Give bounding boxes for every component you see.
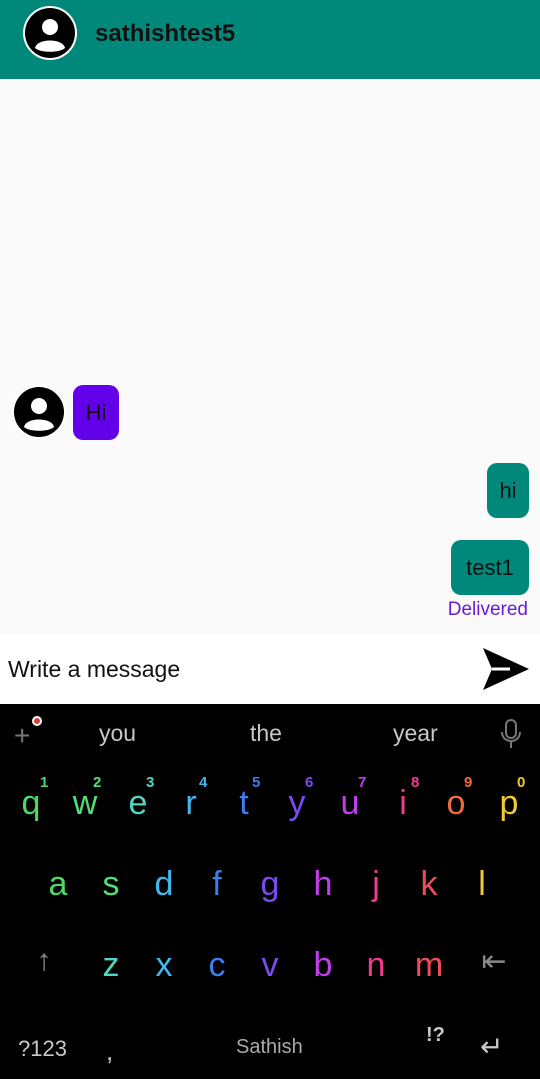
key-hint: 5: [252, 774, 261, 791]
key-m[interactable]: m: [407, 946, 451, 985]
key-hint: 8: [411, 774, 420, 791]
page-title: sathishtest5: [95, 20, 236, 47]
shift-icon[interactable]: ↑: [22, 944, 66, 978]
backspace-icon[interactable]: ⇤: [472, 944, 516, 979]
key-f[interactable]: f: [195, 865, 239, 904]
user-avatar-icon[interactable]: [23, 6, 77, 60]
key-d[interactable]: d: [142, 865, 186, 904]
comma-key[interactable]: ,: [106, 1036, 113, 1067]
key-b[interactable]: b: [301, 946, 345, 985]
key-x[interactable]: x: [142, 946, 186, 985]
key-j[interactable]: j: [354, 865, 398, 904]
key-hint: 0: [517, 774, 526, 791]
punctuation-key[interactable]: !?: [426, 1024, 445, 1047]
key-h[interactable]: h: [301, 865, 345, 904]
composer-bar: [0, 634, 540, 704]
suggestion-year[interactable]: year: [393, 720, 438, 747]
outgoing-message-bubble[interactable]: test1: [451, 540, 529, 595]
key-hint: 7: [358, 774, 367, 791]
key-z[interactable]: z: [89, 946, 133, 985]
enter-icon[interactable]: ↵: [480, 1030, 503, 1063]
key-v[interactable]: v: [248, 946, 292, 985]
delivery-status: Delivered: [447, 599, 528, 620]
key-k[interactable]: k: [407, 865, 451, 904]
suggestion-you[interactable]: you: [99, 720, 136, 747]
outgoing-message-bubble[interactable]: hi: [487, 463, 529, 518]
key-hint: 1: [40, 774, 49, 791]
message-input[interactable]: [8, 648, 458, 690]
incoming-message-bubble[interactable]: Hi: [73, 385, 119, 440]
key-hint: 2: [93, 774, 102, 791]
sender-avatar-icon: [12, 385, 66, 439]
send-icon[interactable]: [480, 644, 532, 694]
symbols-key[interactable]: ?123: [18, 1036, 67, 1062]
key-hint: 4: [199, 774, 208, 791]
message-list[interactable]: Hi hi test1 Delivered: [0, 79, 540, 634]
notification-dot: [32, 716, 42, 726]
space-bar[interactable]: Sathish: [236, 1036, 303, 1059]
key-l[interactable]: l: [460, 865, 504, 904]
microphone-icon[interactable]: [500, 718, 522, 750]
chat-header: sathishtest5: [0, 0, 540, 79]
plus-icon[interactable]: +: [14, 720, 30, 752]
key-hint: 3: [146, 774, 155, 791]
key-s[interactable]: s: [89, 865, 133, 904]
suggestion-the[interactable]: the: [250, 720, 282, 747]
key-a[interactable]: a: [36, 865, 80, 904]
key-c[interactable]: c: [195, 946, 239, 985]
key-hint: 6: [305, 774, 314, 791]
key-n[interactable]: n: [354, 946, 398, 985]
onscreen-keyboard: + you the year q 1 w 2 e 3 r 4 t 5 y 6 u…: [0, 704, 540, 1079]
key-g[interactable]: g: [248, 865, 292, 904]
key-hint: 9: [464, 774, 473, 791]
